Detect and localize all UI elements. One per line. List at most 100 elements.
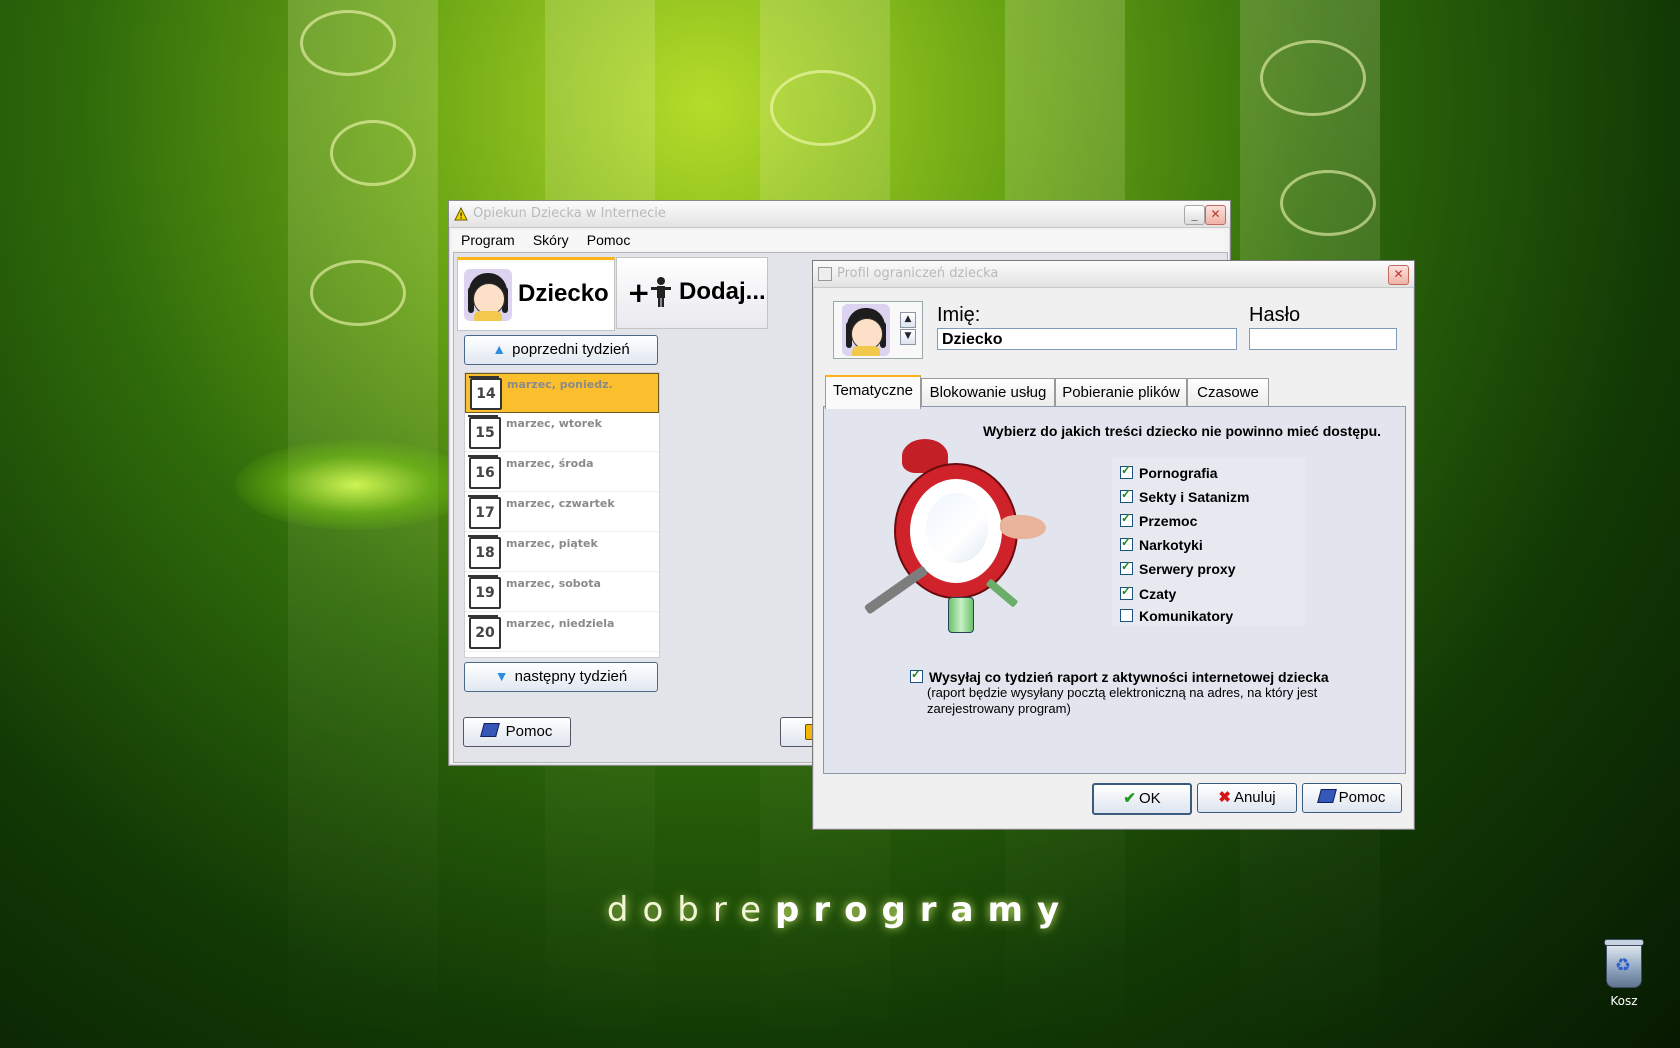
- add-person-icon: +: [627, 276, 672, 309]
- no-entry-illustration: [852, 435, 1052, 635]
- close-button[interactable]: ✕: [1205, 205, 1226, 225]
- day-item[interactable]: 15 marzec, wtorek: [465, 413, 659, 452]
- calendar-icon: 15: [468, 415, 501, 449]
- profile-tab-label: Dziecko: [518, 280, 609, 307]
- category-label: Komunikatory: [1139, 608, 1234, 624]
- profile-dialog: Profil ograniczeń dziecka ✕ ▲ ▼ Imię: Dz…: [812, 260, 1415, 830]
- minimize-button[interactable]: _: [1184, 205, 1205, 225]
- name-label: Imię:: [937, 304, 981, 326]
- tab-pobieranie-plikow[interactable]: Pobieranie plików: [1055, 378, 1187, 407]
- menu-pomoc[interactable]: Pomoc: [587, 230, 631, 250]
- checkbox[interactable]: [1120, 584, 1133, 600]
- day-item[interactable]: 18 marzec, piątek: [465, 533, 659, 572]
- day-label: marzec, piątek: [506, 537, 598, 550]
- recycle-bin-icon: [1604, 939, 1644, 988]
- recycle-bin-label: Kosz: [1610, 994, 1638, 1008]
- password-input[interactable]: [1249, 328, 1397, 350]
- checkbox[interactable]: [1120, 511, 1133, 527]
- checkbox[interactable]: [1120, 535, 1133, 551]
- recycle-bin[interactable]: Kosz: [1598, 939, 1650, 1008]
- bottle-icon: [948, 597, 974, 633]
- brand-bold-text: programy: [775, 890, 1074, 930]
- name-input[interactable]: Dziecko: [937, 328, 1237, 350]
- calendar-icon: 20: [468, 615, 501, 649]
- day-item[interactable]: 20 marzec, niedziela: [465, 613, 659, 652]
- checkbox[interactable]: [1120, 463, 1133, 479]
- day-item[interactable]: 17 marzec, czwartek: [465, 493, 659, 532]
- arrow-down-icon: ▼: [494, 668, 509, 684]
- category-pornografia[interactable]: Pornografia: [1120, 463, 1218, 485]
- calendar-icon: 18: [468, 535, 501, 569]
- wallpaper-spiral: [1260, 40, 1366, 116]
- category-label: Serwery proxy: [1139, 561, 1236, 577]
- weekly-report-option: Wysyłaj co tydzień raport z aktywności i…: [910, 667, 1329, 717]
- previous-week-button[interactable]: ▲ poprzedni tydzień: [464, 335, 658, 365]
- category-label: Czaty: [1139, 586, 1177, 602]
- dialog-help-label: Pomoc: [1338, 789, 1386, 806]
- day-label: marzec, sobota: [506, 577, 601, 590]
- day-label: marzec, wtorek: [506, 417, 602, 430]
- calendar-icon: 16: [468, 455, 501, 489]
- syringe-icon: [985, 578, 1019, 608]
- category-label: Sekty i Satanizm: [1139, 489, 1250, 505]
- brand-light-text: dobre: [606, 890, 775, 930]
- help-label: Pomoc: [505, 723, 553, 740]
- syringe-icon: [863, 565, 929, 615]
- calendar-icon: 14: [469, 376, 502, 410]
- profile-dialog-title: Profil ograniczeń dziecka: [837, 266, 999, 281]
- avatar-prev-button[interactable]: ▲: [900, 312, 916, 328]
- category-czaty[interactable]: Czaty: [1120, 584, 1177, 606]
- day-list: 14 marzec, poniedz. 15 marzec, wtorek 16 ma…: [464, 372, 660, 658]
- profile-tab-dziecko[interactable]: Dziecko: [457, 257, 615, 331]
- category-label: Pornografia: [1139, 465, 1218, 481]
- profile-dialog-titlebar[interactable]: Profil ograniczeń dziecka ✕: [813, 261, 1414, 288]
- window-menu-icon[interactable]: [818, 267, 832, 281]
- tab-czasowe[interactable]: Czasowe: [1187, 378, 1269, 407]
- checkbox[interactable]: [1120, 487, 1133, 503]
- ok-label: OK: [1138, 790, 1161, 807]
- dialog-help-button[interactable]: Pomoc: [1302, 783, 1402, 813]
- profile-tab-add[interactable]: + Dodaj...: [616, 257, 768, 329]
- warning-icon: !: [454, 207, 468, 221]
- svg-text:!: !: [459, 212, 463, 221]
- ok-button[interactable]: ✔ OK: [1092, 783, 1192, 815]
- category-przemoc[interactable]: Przemoc: [1120, 511, 1197, 533]
- tab-blokowanie-uslug[interactable]: Blokowanie usług: [921, 378, 1055, 407]
- dialog-close-button[interactable]: ✕: [1388, 265, 1409, 285]
- category-narkotyki[interactable]: Narkotyki: [1120, 535, 1203, 557]
- mermaid-figure: [1000, 515, 1046, 539]
- arrow-up-icon: ▲: [492, 341, 507, 357]
- child-avatar-icon: [842, 304, 890, 356]
- category-checkbox-group: Pornografia Sekty i Satanizm Przemoc Nar…: [1112, 457, 1306, 625]
- weekly-report-label: Wysyłaj co tydzień raport z aktywności i…: [929, 669, 1329, 685]
- tab-panel-tematyczne: Wybierz do jakich treści dziecko nie pow…: [823, 406, 1406, 774]
- help-button[interactable]: Pomoc: [463, 717, 571, 747]
- wallpaper-spiral: [310, 260, 406, 326]
- help-book-icon: [1316, 789, 1337, 803]
- day-item[interactable]: 16 marzec, środa: [465, 453, 659, 492]
- day-label: marzec, czwartek: [506, 497, 615, 510]
- checkbox[interactable]: [910, 667, 923, 683]
- category-sekty[interactable]: Sekty i Satanizm: [1120, 487, 1250, 509]
- checkbox[interactable]: [1120, 559, 1133, 575]
- checkbox[interactable]: [1120, 609, 1133, 622]
- previous-week-label: poprzedni tydzień: [512, 341, 630, 358]
- wallpaper-spiral: [300, 10, 396, 76]
- day-item[interactable]: 14 marzec, poniedz.: [465, 373, 659, 413]
- avatar-next-button[interactable]: ▼: [900, 329, 916, 345]
- tab-tematyczne[interactable]: Tematyczne: [825, 375, 921, 409]
- menu-skory[interactable]: Skóry: [533, 230, 569, 250]
- category-komunikatory[interactable]: Komunikatory: [1120, 608, 1233, 628]
- profile-tab-label: Dodaj...: [679, 278, 766, 305]
- cancel-x-icon: ✖: [1218, 789, 1231, 806]
- main-window-titlebar[interactable]: ! Opiekun Dziecka w Internecie _ ✕: [449, 201, 1230, 228]
- checkmark-icon: ✔: [1123, 790, 1136, 807]
- next-week-button[interactable]: ▼ następny tydzień: [464, 662, 658, 692]
- menu-program[interactable]: Program: [461, 230, 515, 250]
- category-serwery-proxy[interactable]: Serwery proxy: [1120, 559, 1236, 581]
- desktop-brand-logo: dobreprogramy: [0, 890, 1680, 930]
- day-label: marzec, poniedz.: [507, 378, 613, 391]
- day-item[interactable]: 19 marzec, sobota: [465, 573, 659, 612]
- weekly-report-checkbox-row[interactable]: Wysyłaj co tydzień raport z aktywności i…: [910, 667, 1329, 685]
- cancel-button[interactable]: ✖ Anuluj: [1197, 783, 1297, 813]
